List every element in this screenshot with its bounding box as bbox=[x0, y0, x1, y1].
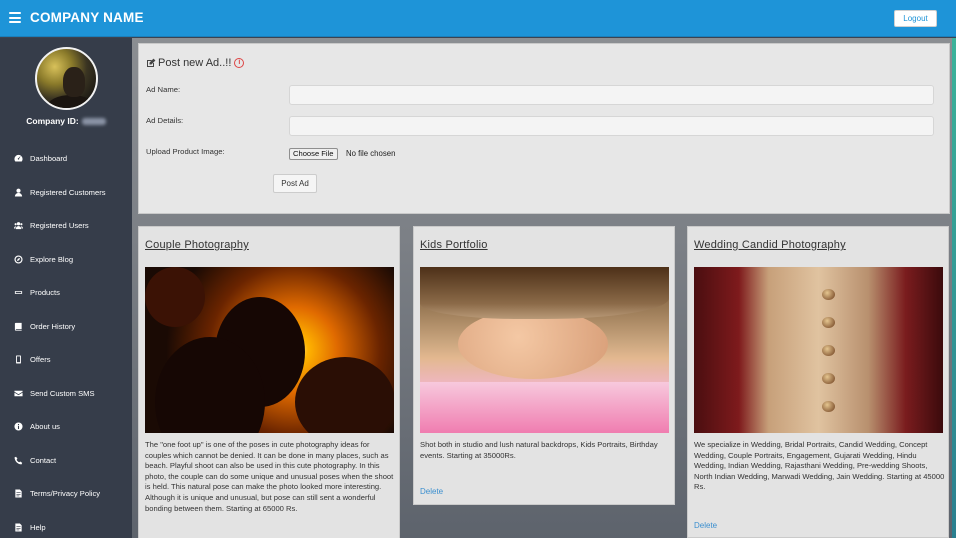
ad-card: Couple Photography The "one foot up" is … bbox=[138, 226, 400, 538]
ad-title-link[interactable]: Kids Portfolio bbox=[420, 239, 488, 251]
sidebar-nav: Dashboard Registered Customers Registere… bbox=[0, 142, 132, 538]
sidebar-item-label: Offers bbox=[30, 355, 51, 365]
ad-image bbox=[420, 267, 669, 433]
post-ad-panel: Post new Ad..!! i Ad Name: Ad Details: U… bbox=[138, 43, 950, 214]
ad-card: Wedding Candid Photography We specialize… bbox=[687, 226, 949, 538]
ad-description: The "one foot up" is one of the poses in… bbox=[145, 440, 394, 513]
right-accent-bar bbox=[952, 38, 956, 538]
edit-icon bbox=[147, 58, 156, 67]
delete-link[interactable]: Delete bbox=[694, 521, 717, 530]
ad-name-label: Ad Name: bbox=[146, 85, 181, 94]
ad-description: We specialize in Wedding, Bridal Portrai… bbox=[694, 440, 945, 492]
ad-card: Kids Portfolio Shot both in studio and l… bbox=[413, 226, 675, 505]
sidebar-item-label: Registered Users bbox=[30, 221, 89, 231]
users-icon bbox=[12, 221, 24, 231]
book-icon bbox=[12, 321, 24, 331]
logout-button[interactable]: Logout bbox=[894, 10, 937, 27]
sidebar: Company ID: Dashboard Registered Custome… bbox=[0, 38, 132, 538]
sidebar-item-registered-customers[interactable]: Registered Customers bbox=[0, 176, 132, 210]
ad-description: Shot both in studio and lush natural bac… bbox=[420, 440, 658, 460]
sidebar-item-label: Registered Customers bbox=[30, 187, 106, 197]
sidebar-item-explore-blog[interactable]: Explore Blog bbox=[0, 243, 132, 277]
envelope-icon bbox=[12, 388, 24, 398]
sidebar-item-registered-users[interactable]: Registered Users bbox=[0, 209, 132, 243]
ad-title-link[interactable]: Couple Photography bbox=[145, 239, 249, 251]
sidebar-item-products[interactable]: Products bbox=[0, 276, 132, 310]
sidebar-item-label: Explore Blog bbox=[30, 254, 74, 264]
sidebar-item-label: Dashboard bbox=[30, 154, 68, 164]
sidebar-item-about-us[interactable]: About us bbox=[0, 410, 132, 444]
menu-toggle-icon[interactable] bbox=[9, 12, 21, 23]
sidebar-item-label: Products bbox=[30, 288, 60, 298]
compass-icon bbox=[12, 254, 24, 264]
brand-name[interactable]: COMPANY NAME bbox=[30, 10, 144, 25]
ad-image bbox=[694, 267, 943, 433]
user-icon bbox=[12, 187, 24, 197]
sidebar-item-label: Help bbox=[30, 522, 46, 532]
tag-icon bbox=[12, 288, 24, 298]
delete-link[interactable]: Delete bbox=[420, 487, 443, 496]
main-content: Post new Ad..!! i Ad Name: Ad Details: U… bbox=[132, 38, 956, 538]
ad-title-link[interactable]: Wedding Candid Photography bbox=[694, 239, 846, 251]
sidebar-item-send-custom-sms[interactable]: Send Custom SMS bbox=[0, 377, 132, 411]
dashboard-icon bbox=[12, 154, 24, 164]
sidebar-item-help[interactable]: Help bbox=[0, 511, 132, 538]
sidebar-item-contact[interactable]: Contact bbox=[0, 444, 132, 478]
mobile-icon bbox=[12, 355, 24, 365]
company-id: Company ID: bbox=[0, 116, 132, 126]
post-ad-button[interactable]: Post Ad bbox=[273, 174, 317, 193]
document-icon bbox=[12, 489, 24, 499]
sidebar-item-label: Terms/Privacy Policy bbox=[30, 489, 101, 499]
file-status-text: No file chosen bbox=[346, 149, 396, 158]
help-icon bbox=[12, 522, 24, 532]
ad-details-input[interactable] bbox=[289, 116, 934, 136]
post-ad-title: Post new Ad..!! bbox=[158, 57, 232, 69]
sidebar-item-terms-privacy-policy[interactable]: Terms/Privacy Policy bbox=[0, 477, 132, 511]
phone-icon bbox=[12, 455, 24, 465]
sidebar-item-label: Send Custom SMS bbox=[30, 388, 95, 398]
ad-details-label: Ad Details: bbox=[146, 116, 184, 125]
sidebar-item-label: Contact bbox=[30, 455, 57, 465]
sidebar-item-label: Order History bbox=[30, 321, 76, 331]
sidebar-item-dashboard[interactable]: Dashboard bbox=[0, 142, 132, 176]
sidebar-item-label: About us bbox=[30, 422, 60, 432]
ad-image bbox=[145, 267, 394, 433]
sidebar-item-offers[interactable]: Offers bbox=[0, 343, 132, 377]
avatar bbox=[35, 47, 98, 110]
choose-file-button[interactable]: Choose File bbox=[289, 148, 338, 160]
post-ad-heading: Post new Ad..!! i bbox=[146, 57, 245, 69]
upload-image-label: Upload Product Image: bbox=[146, 147, 225, 156]
info-icon[interactable]: i bbox=[234, 58, 245, 68]
top-navbar: COMPANY NAME Logout bbox=[0, 0, 956, 37]
info-icon bbox=[12, 422, 24, 432]
company-id-label: Company ID: bbox=[26, 116, 79, 126]
company-id-value-redacted bbox=[81, 118, 106, 126]
ad-name-input[interactable] bbox=[289, 85, 934, 105]
sidebar-item-order-history[interactable]: Order History bbox=[0, 310, 132, 344]
